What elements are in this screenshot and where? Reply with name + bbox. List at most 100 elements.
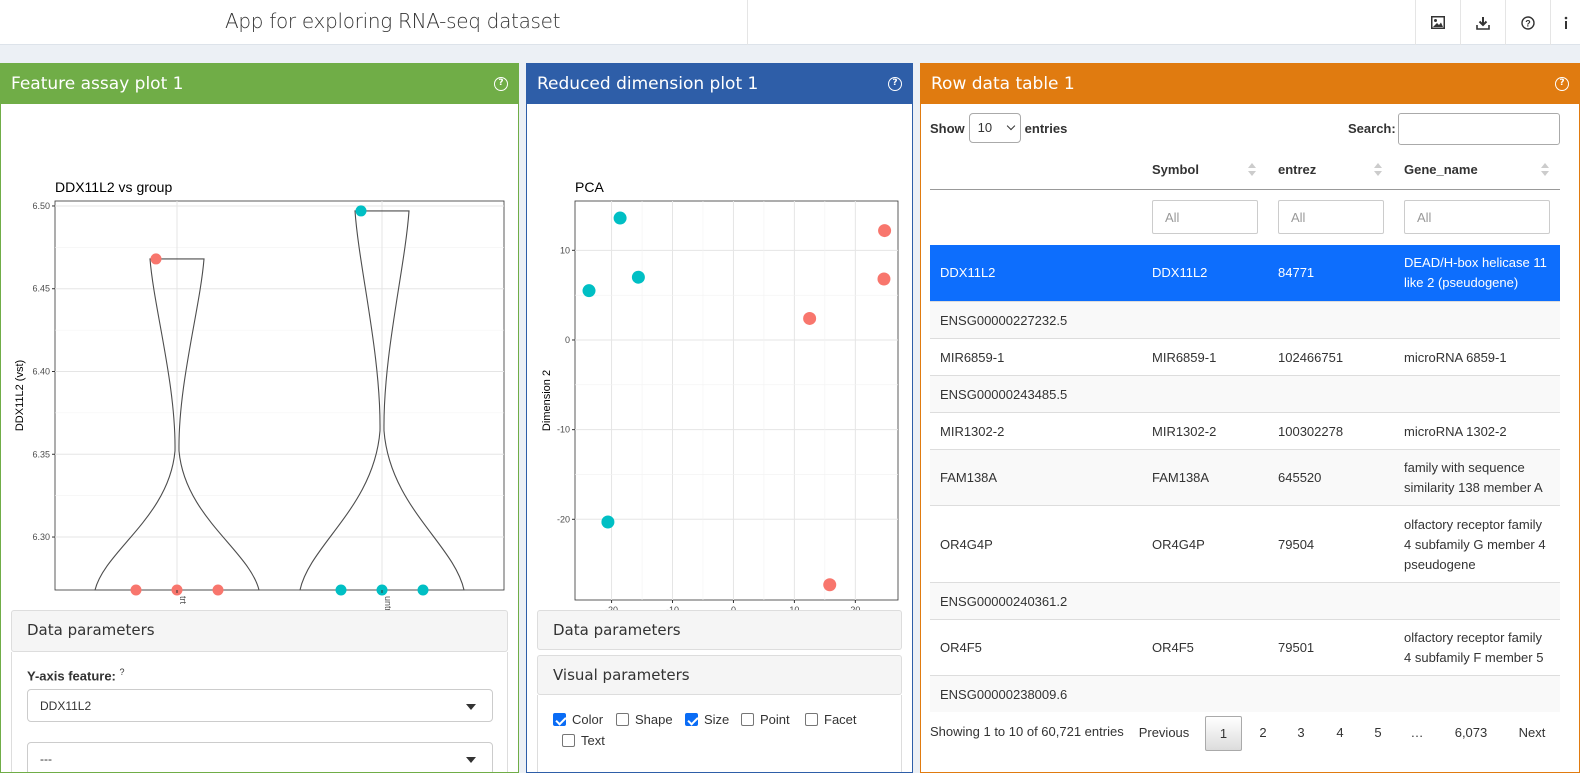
y-axis-label: Dimension 2	[541, 370, 553, 431]
pagination-page-2[interactable]: 2	[1248, 716, 1278, 751]
checkbox-box[interactable]	[553, 713, 566, 726]
panel-title: Row data table 1	[931, 74, 1075, 94]
y-tick-label: 6.35	[32, 449, 50, 459]
header-bar: App for exploring RNA-seq dataset ?	[0, 0, 1580, 45]
y-tick-label: 6.30	[32, 532, 50, 542]
search-label: Search:	[1348, 121, 1396, 136]
table-row[interactable]: MIR1302-2 MIR1302-2 100302278 microRNA 1302…	[930, 412, 1560, 449]
visual-parameters-toggle[interactable]: Visual parameters	[537, 655, 902, 695]
help-icon[interactable]: ?	[494, 77, 508, 91]
checkbox-box[interactable]	[805, 713, 818, 726]
page-length-select[interactable]: 10	[968, 113, 1021, 143]
help-icon[interactable]: ?	[1555, 77, 1569, 91]
text-checkbox[interactable]: Text	[562, 733, 605, 748]
data-parameters-toggle[interactable]: Data parameters	[537, 610, 902, 650]
info-icon[interactable]	[1550, 0, 1580, 45]
pagination-next[interactable]: Next	[1512, 716, 1552, 751]
checkbox-box[interactable]	[685, 713, 698, 726]
checkbox-box[interactable]	[741, 713, 754, 726]
table-row[interactable]: ENSG00000240361.2	[930, 582, 1560, 619]
point-checkbox[interactable]: Point	[741, 712, 790, 727]
search-input[interactable]	[1398, 113, 1560, 145]
y-axis-label: DDX11L2 (vst)	[14, 360, 26, 431]
cell-gene-name: DEAD/H-box helicase 11 like 2 (pseudogene…	[1404, 253, 1554, 293]
gene-name-line: pseudogene	[1404, 556, 1476, 572]
data-parameters-toggle[interactable]: Data parameters	[11, 610, 508, 652]
filter-entrez-input[interactable]: All	[1278, 200, 1384, 234]
data-point-untrt	[582, 284, 596, 298]
data-point-trt	[212, 584, 224, 596]
reduced-dimension-header: Reduced dimension plot 1 ?	[527, 64, 912, 104]
column-header-symbol[interactable]: Symbol	[1152, 162, 1199, 177]
cell-id: DDX11L2	[940, 265, 996, 280]
color-checkbox[interactable]: Color	[553, 712, 603, 727]
y-axis-feature-select[interactable]: DDX11L2	[27, 689, 493, 722]
page-length-control: Show 10 entries	[930, 113, 1067, 143]
checkbox-box[interactable]	[562, 734, 575, 747]
y-tick-label: 0	[565, 335, 570, 345]
cell-gene-name: olfactory receptor family 4 subfamily F m…	[1404, 628, 1554, 668]
data-point-trt	[877, 272, 891, 286]
y-axis-feature-label: Y-axis feature: ?	[27, 667, 125, 684]
image-icon[interactable]	[1415, 0, 1460, 45]
pagination-page-3[interactable]: 3	[1286, 716, 1316, 751]
x-tick-label: trt	[178, 596, 188, 604]
pagination-page-1[interactable]: 1	[1205, 716, 1242, 751]
cell-id: ENSG00000227232.5	[940, 312, 1068, 328]
help-icon[interactable]: ?	[888, 77, 902, 91]
cell-id: MIR1302-2	[940, 423, 1005, 439]
y-tick-label: 6.45	[32, 284, 50, 294]
pagination-page-last[interactable]: 6,073	[1446, 716, 1496, 751]
cell-entrez: 79504	[1278, 536, 1315, 552]
table-row[interactable]: DDX11L2 DDX11L2 84771 DEAD/H-box helicase 1…	[930, 245, 1560, 301]
table-row[interactable]: ENSG00000243485.5	[930, 375, 1560, 412]
reduced-dimension-panel: Reduced dimension plot 1 ? -20-10010 -20…	[526, 63, 913, 773]
sort-icon[interactable]	[1541, 162, 1549, 178]
feature-assay-header: Feature assay plot 1 ?	[1, 64, 518, 104]
selected-value: DDX11L2	[40, 699, 92, 713]
table-row[interactable]: FAM138A FAM138A 645520 family with sequence…	[930, 449, 1560, 505]
column-header-entrez[interactable]: entrez	[1278, 162, 1316, 177]
cell-symbol: FAM138A	[1152, 470, 1210, 485]
table-row[interactable]: OR4G4P OR4G4P 79504 olfactory receptor fami…	[930, 505, 1560, 582]
gene-name-line: olfactory receptor family	[1404, 630, 1542, 645]
gene-name-line: olfactory receptor family	[1404, 516, 1542, 532]
cell-symbol: OR4G4P	[1152, 536, 1205, 552]
question-circle-icon[interactable]: ?	[1505, 0, 1550, 45]
pagination-previous[interactable]: Previous	[1135, 716, 1193, 751]
filter-symbol-input[interactable]: All	[1152, 200, 1258, 234]
header-divider	[747, 0, 748, 45]
gene-name-line: family with sequence	[1404, 460, 1525, 475]
pagination-page-5[interactable]: 5	[1363, 716, 1393, 751]
table-row[interactable]: ENSG00000238009.6	[930, 675, 1560, 712]
header-divider	[930, 189, 1560, 190]
cell-gene-name: family with sequence similarity 138 membe…	[1404, 458, 1554, 498]
size-checkbox[interactable]: Size	[685, 712, 729, 727]
shape-checkbox[interactable]: Shape	[616, 712, 673, 727]
facet-checkbox[interactable]: Facet	[805, 712, 857, 727]
visual-parameters-body: Color Shape Size Point Facet Text	[537, 695, 902, 772]
violin-plot[interactable]: 6.306.356.406.456.50 trt untrt DDX11L2 vs…	[1, 104, 518, 624]
gene-name-line: 4 subfamily F member 5	[1404, 650, 1544, 665]
table-row[interactable]: ENSG00000227232.5	[930, 301, 1560, 338]
table-row[interactable]: OR4F5 OR4F5 79501 olfactory receptor family…	[930, 619, 1560, 675]
dropdown-caret-icon	[466, 704, 476, 710]
table-row[interactable]: MIR6859-1 MIR6859-1 102466751 microRNA 6859…	[930, 338, 1560, 375]
cell-entrez: 100302278	[1278, 423, 1344, 439]
help-tooltip-icon[interactable]: ?	[120, 667, 125, 677]
data-parameters-label: Data parameters	[553, 621, 681, 639]
chart-title: DDX11L2 vs group	[55, 179, 172, 195]
cell-entrez: 102466751	[1278, 349, 1344, 365]
data-point-trt	[150, 253, 162, 265]
cell-symbol: OR4F5	[1152, 640, 1194, 655]
secondary-select[interactable]: ---	[27, 742, 493, 772]
download-icon[interactable]	[1460, 0, 1505, 45]
checkbox-box[interactable]	[616, 713, 629, 726]
column-header-gene-name[interactable]: Gene_name	[1404, 162, 1478, 177]
pagination-page-4[interactable]: 4	[1325, 716, 1355, 751]
filter-gene-name-input[interactable]: All	[1404, 200, 1550, 234]
sort-icon[interactable]	[1248, 162, 1256, 178]
cell-symbol: MIR1302-2	[1152, 423, 1217, 439]
pca-scatter-plot[interactable]: -20-10010 -20-1001020 PCA Dimension 1 Di…	[527, 104, 912, 624]
sort-icon[interactable]	[1374, 162, 1382, 178]
